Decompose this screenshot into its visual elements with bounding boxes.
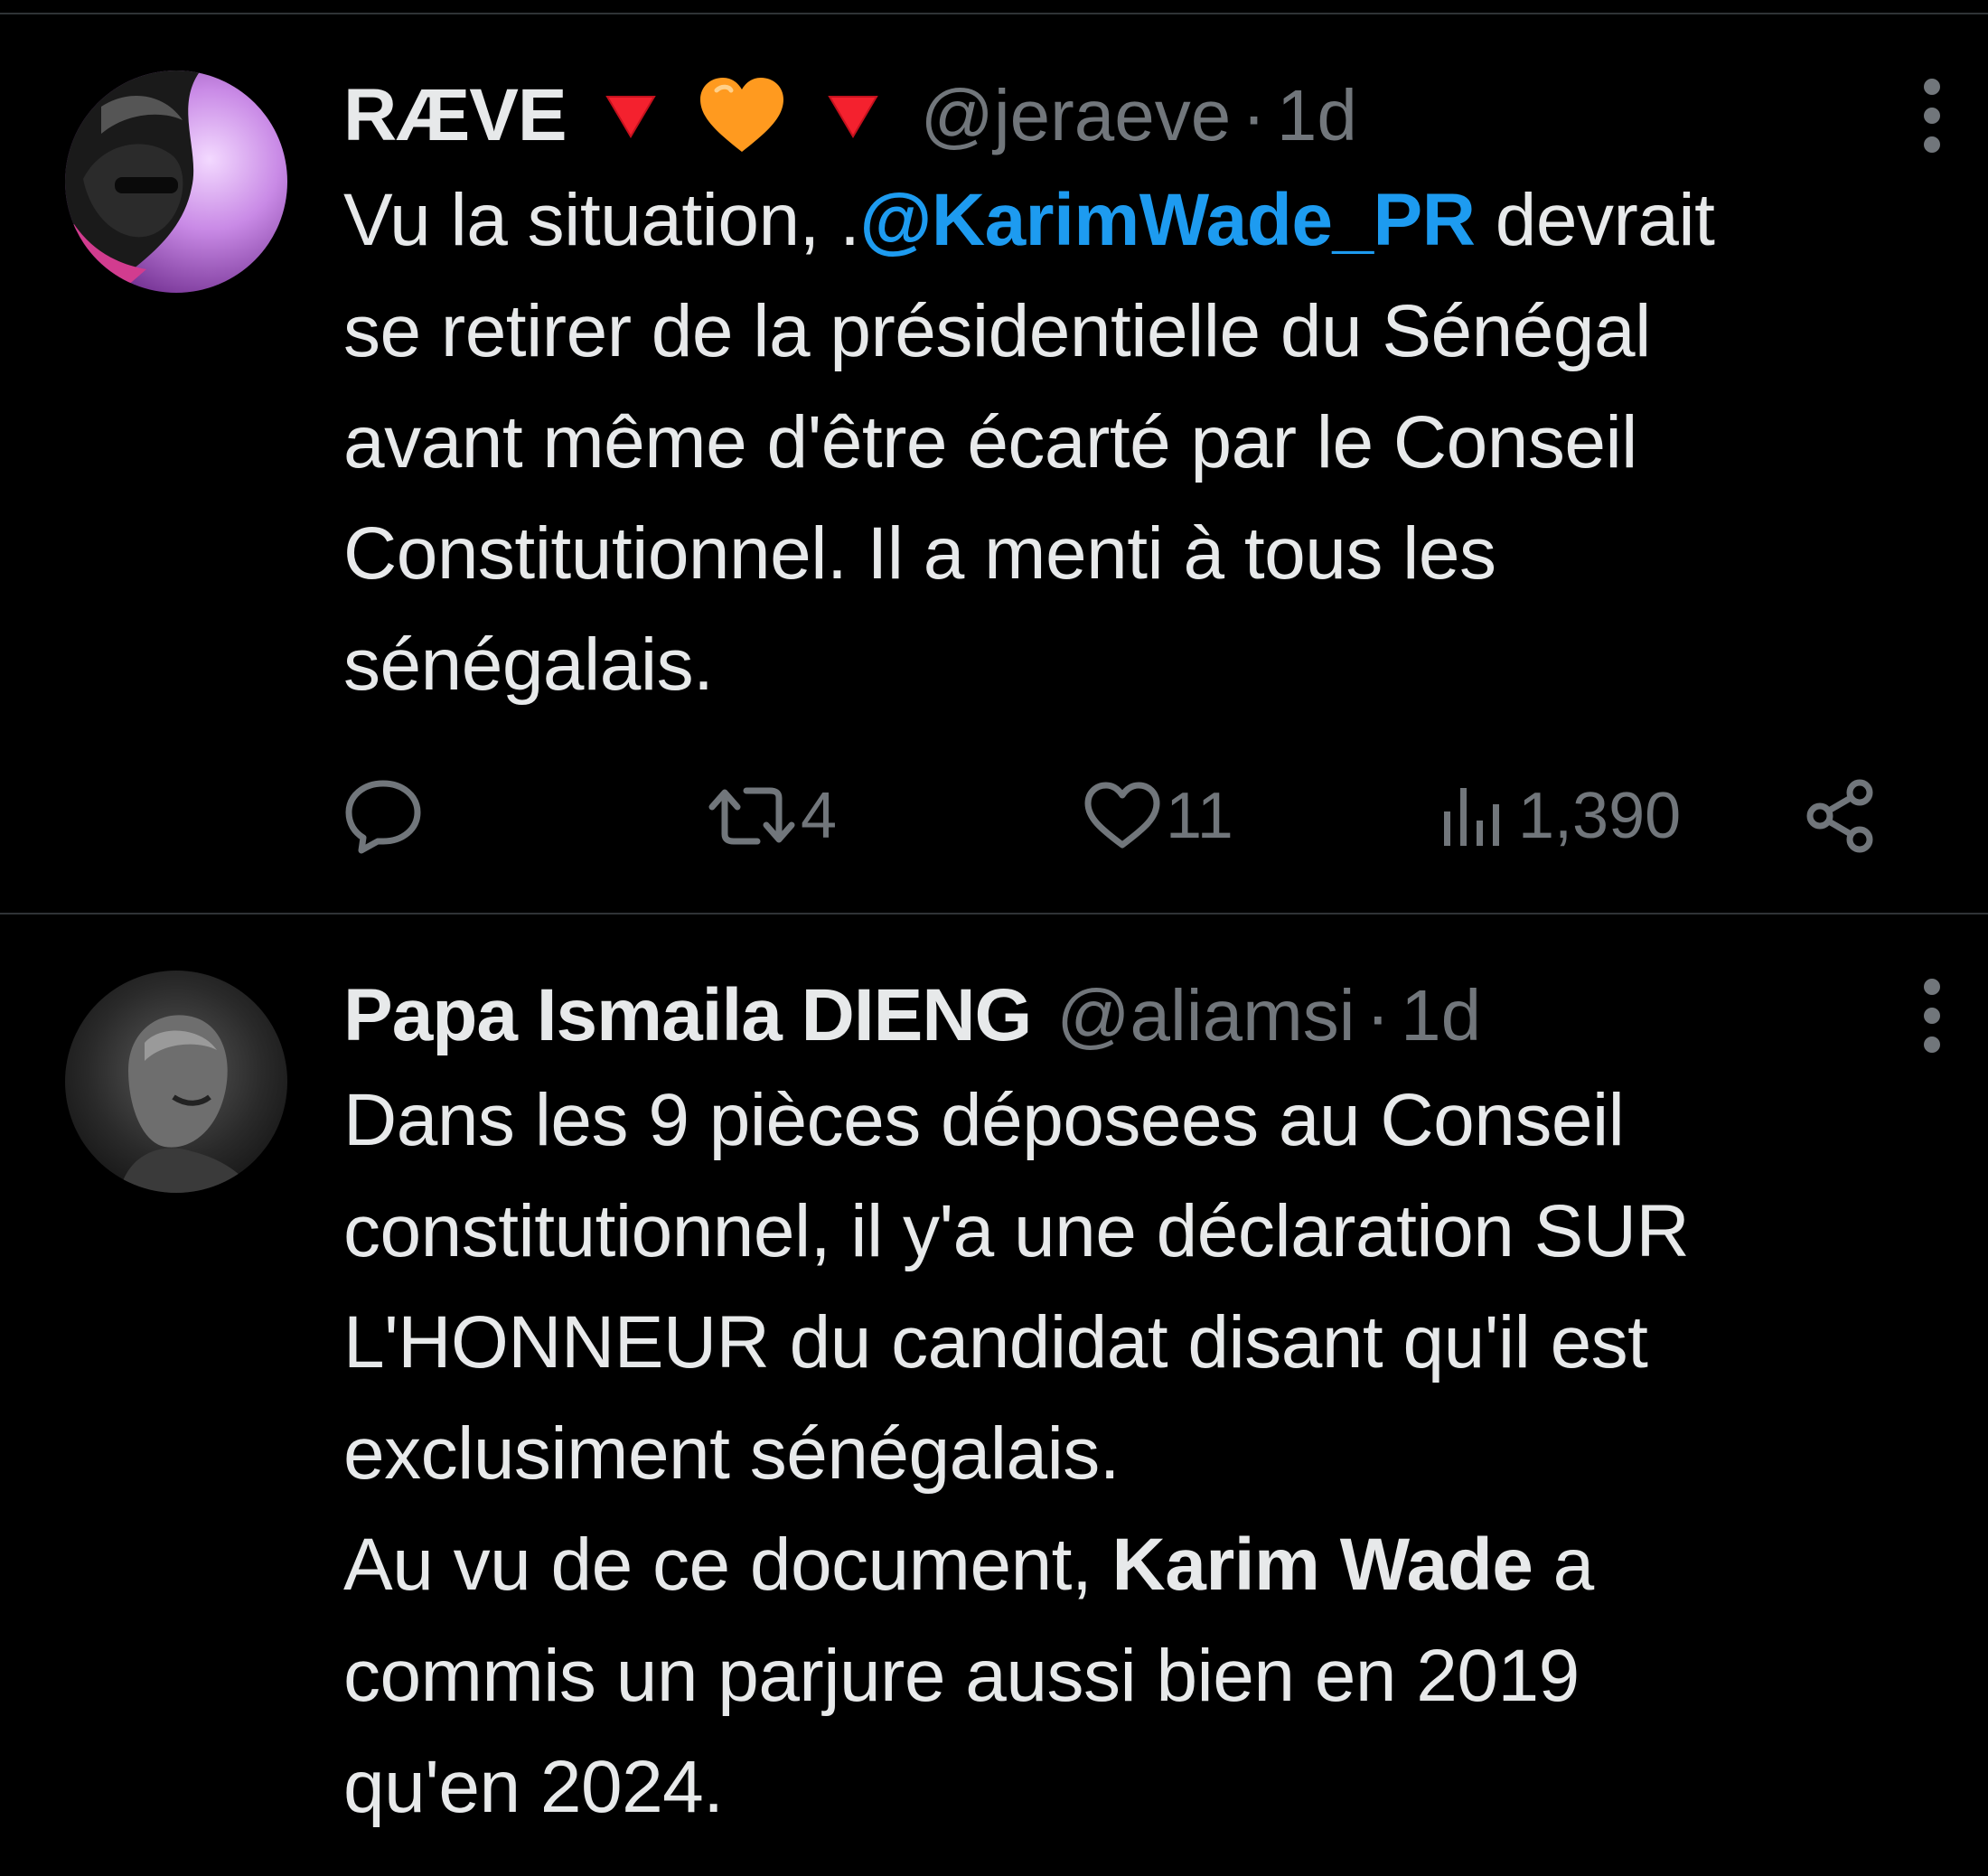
author-name[interactable]: RÆVE [343, 73, 567, 158]
tweet-header: RÆVE @jeraeve · 1d [343, 61, 1934, 170]
tweet-header: Papa Ismaila DIENG @aliamsi · 1d [343, 961, 1934, 1070]
avatar-image [65, 971, 287, 1193]
share-button[interactable] [1804, 766, 1880, 866]
tweet-actions: 4 11 1,390 [343, 766, 1880, 866]
share-icon [1806, 779, 1873, 853]
views-button[interactable]: 1,390 [1440, 766, 1681, 866]
timestamp[interactable]: 1d [1401, 974, 1481, 1057]
avatar[interactable] [65, 971, 287, 1193]
separator: · [1242, 75, 1266, 155]
tweet-content: RÆVE @jeraeve · 1d Vu la situation, .@Ka… [343, 61, 1934, 720]
tweet[interactable]: RÆVE @jeraeve · 1d Vu la situation, .@Ka… [0, 0, 1988, 915]
retweet-icon [708, 787, 795, 845]
retweet-button[interactable]: 4 [708, 766, 837, 866]
heart-icon [1084, 782, 1160, 849]
red-triangle-down-icon [599, 84, 662, 147]
author-handle[interactable]: @jeraeve [921, 74, 1232, 157]
like-button[interactable]: 11 [1084, 766, 1233, 866]
avatar-image [65, 70, 287, 293]
highlighted-name: Karim Wade [1111, 1524, 1533, 1606]
timestamp[interactable]: 1d [1277, 74, 1357, 157]
views-chart-icon [1444, 788, 1499, 846]
tweet-text-lead: Vu la situation, . [343, 179, 860, 261]
reply-button[interactable] [343, 766, 428, 866]
tweet-text: Dans les 9 pièces déposees au Conseil co… [343, 1065, 1934, 1843]
separator: · [1365, 975, 1391, 1055]
tweet-content: Papa Ismaila DIENG @aliamsi · 1d Dans le… [343, 961, 1934, 1843]
like-count: 11 [1166, 780, 1233, 852]
view-count: 1,390 [1518, 780, 1682, 852]
author-handle[interactable]: @aliamsi [1056, 974, 1355, 1057]
orange-heart-icon [699, 74, 785, 157]
tweet[interactable]: Papa Ismaila DIENG @aliamsi · 1d Dans le… [0, 915, 1988, 1876]
more-options-icon[interactable] [1914, 961, 1950, 1070]
red-triangle-down-icon [821, 84, 885, 147]
mention-link[interactable]: @KarimWade_PR [859, 179, 1476, 261]
retweet-count: 4 [801, 780, 838, 852]
author-name[interactable]: Papa Ismaila DIENG [343, 973, 1032, 1058]
tweet-text: Vu la situation, .@KarimWade_PR devrait … [343, 164, 1934, 720]
reply-icon [345, 780, 421, 854]
avatar[interactable] [65, 70, 287, 293]
more-options-icon[interactable] [1914, 61, 1950, 170]
